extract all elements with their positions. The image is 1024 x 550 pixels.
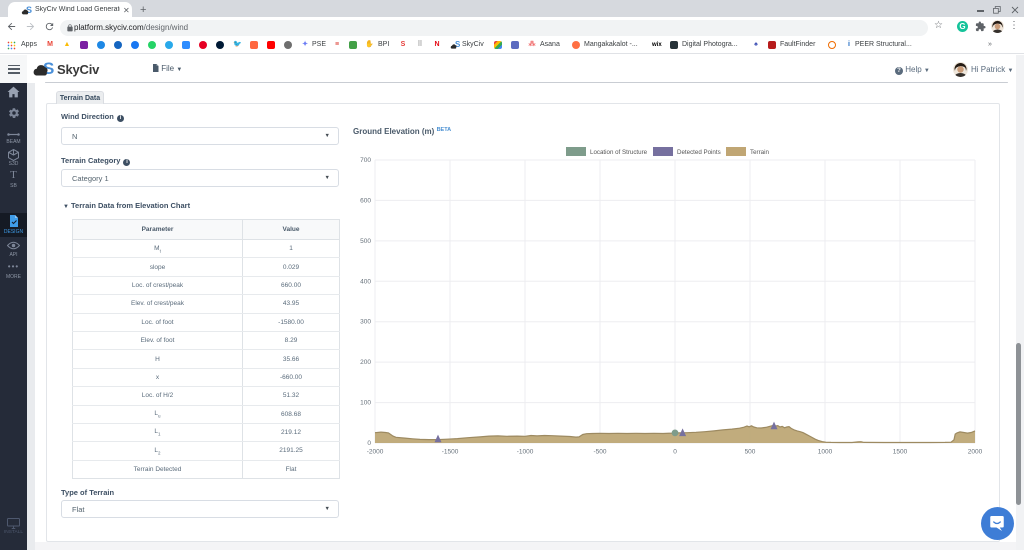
svg-text:0: 0 — [367, 440, 371, 447]
svg-text:200: 200 — [360, 359, 371, 366]
svg-text:500: 500 — [745, 449, 756, 456]
svg-text:1000: 1000 — [818, 449, 833, 456]
svg-text:2000: 2000 — [968, 449, 983, 456]
svg-text:1500: 1500 — [893, 449, 908, 456]
svg-text:-2000: -2000 — [367, 449, 384, 456]
svg-text:700: 700 — [360, 157, 371, 164]
svg-text:400: 400 — [360, 278, 371, 285]
svg-text:-1500: -1500 — [442, 449, 459, 456]
svg-text:Location of Structure: Location of Structure — [590, 149, 648, 156]
svg-text:-1000: -1000 — [517, 449, 534, 456]
svg-text:0: 0 — [673, 449, 677, 456]
svg-text:100: 100 — [360, 400, 371, 407]
svg-text:Terrain: Terrain — [750, 149, 769, 156]
svg-text:300: 300 — [360, 319, 371, 326]
svg-text:-500: -500 — [593, 449, 606, 456]
svg-text:Detected Points: Detected Points — [677, 149, 721, 156]
svg-text:600: 600 — [360, 197, 371, 204]
svg-text:500: 500 — [360, 238, 371, 245]
